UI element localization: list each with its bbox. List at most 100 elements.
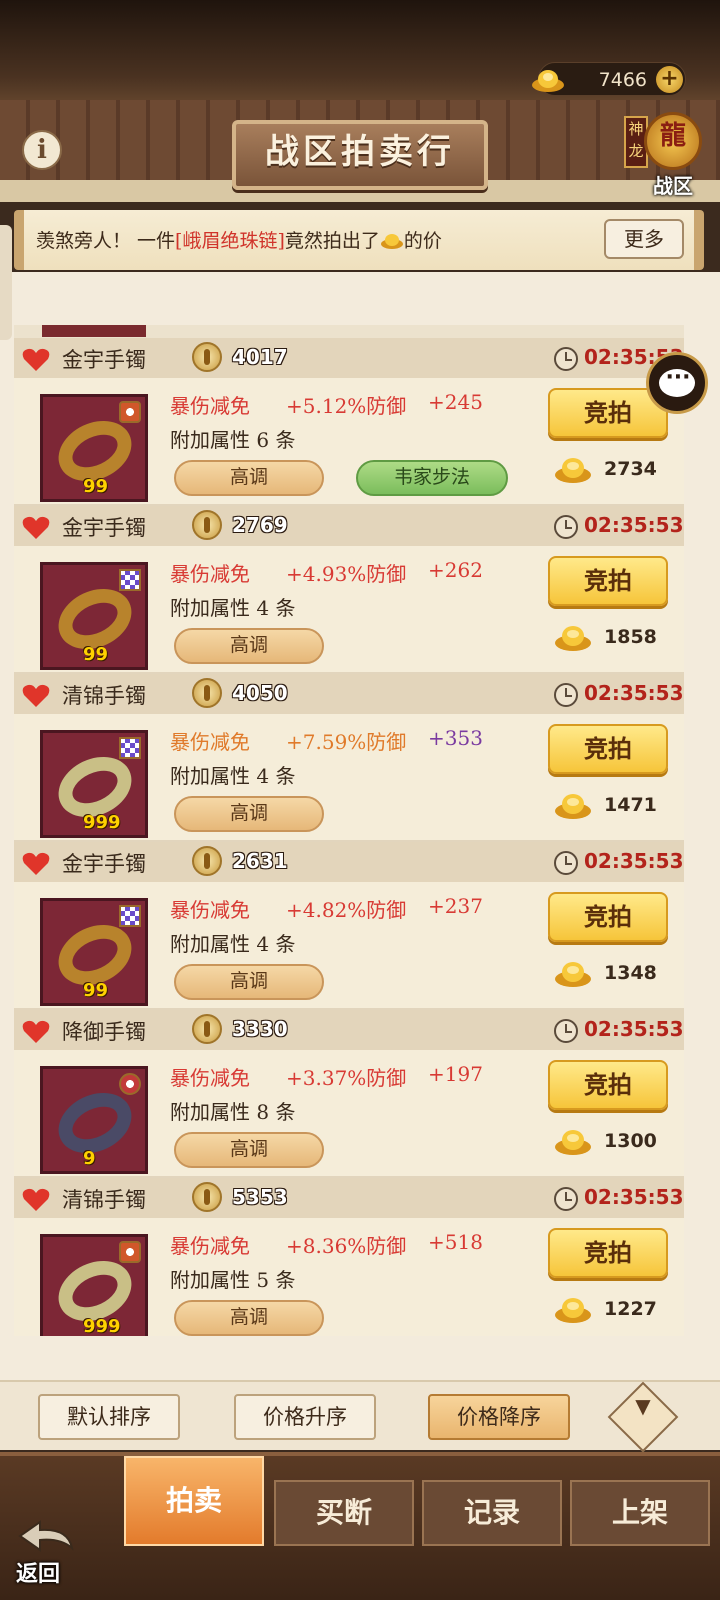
- notice-middle: 竟然拍出了: [284, 230, 380, 252]
- item-header: 金宇手镯 4017 02:35:53: [14, 338, 684, 378]
- item-body: 999 暴伤减免 +7.59%防御 +353 附加属性 4 条 高调 竞拍 14…: [14, 714, 684, 842]
- tab-list-item[interactable]: 上架: [570, 1480, 710, 1546]
- auction-item[interactable]: 清锦手镯 5353 02:35:53 999 暴伤减免 +8.36%防御 +51…: [14, 1178, 684, 1336]
- extra-attributes: 附加属性 8 条: [170, 1100, 296, 1124]
- notice-item: [峨眉绝珠链]: [175, 230, 285, 252]
- highlight-tag-button[interactable]: 高调: [174, 1300, 324, 1336]
- attribute-value: +3.37%防御: [286, 1066, 407, 1090]
- extra-attributes: 附加属性 4 条: [170, 932, 296, 956]
- quality-badge-icon: [119, 569, 141, 591]
- attribute-name: 暴伤减免: [170, 562, 250, 586]
- favorite-heart-icon[interactable]: [22, 348, 50, 372]
- gold-ingot-icon: [555, 1298, 591, 1323]
- attribute-bonus: +353: [428, 726, 483, 750]
- item-level: 9: [83, 1148, 96, 1169]
- tab-buyout[interactable]: 买断: [274, 1480, 414, 1546]
- bracelet-icon[interactable]: 9: [40, 1066, 148, 1174]
- item-score: 2631: [232, 849, 288, 873]
- attribute-line: 暴伤减免 +4.93%防御 +262: [170, 558, 483, 587]
- attribute-line: 暴伤减免 +4.82%防御 +237: [170, 894, 483, 923]
- item-name: 金宇手镯: [62, 516, 146, 540]
- favorite-heart-icon[interactable]: [22, 1020, 50, 1044]
- bid-button[interactable]: 竞拍: [548, 1060, 668, 1110]
- favorite-heart-icon[interactable]: [22, 1188, 50, 1212]
- bid-button[interactable]: 竞拍: [548, 556, 668, 606]
- notice-suffix: 的价: [403, 230, 442, 252]
- bid-button[interactable]: 竞拍: [548, 892, 668, 942]
- extra-attributes: 附加属性 4 条: [170, 596, 296, 620]
- score-icon: [192, 678, 222, 708]
- filter-icon: ▼: [635, 1394, 651, 1418]
- quality-badge-icon: [119, 1241, 141, 1263]
- bid-button[interactable]: 竞拍: [548, 1228, 668, 1278]
- bottom-nav: 返回 拍卖 买断 记录 上架: [0, 1452, 720, 1600]
- page-title-text: 战区拍卖行: [265, 132, 455, 172]
- attribute-value: +7.59%防御: [286, 730, 407, 754]
- attribute-name: 暴伤减免: [170, 1066, 250, 1090]
- gold-ingot-icon: [555, 794, 591, 819]
- item-price: 1227: [604, 1298, 657, 1320]
- attribute-line: 暴伤减免 +3.37%防御 +197: [170, 1062, 483, 1091]
- attribute-line: 暴伤减免 +7.59%防御 +353: [170, 726, 483, 755]
- clock-icon: [554, 515, 578, 539]
- sort-default-button[interactable]: 默认排序: [38, 1394, 180, 1440]
- highlight-tag-button[interactable]: 高调: [174, 1132, 324, 1168]
- item-body: 9 暴伤减免 +3.37%防御 +197 附加属性 8 条 高调 竞拍 1300: [14, 1050, 684, 1178]
- tab-records[interactable]: 记录: [422, 1480, 562, 1546]
- highlight-tag-button[interactable]: 高调: [174, 964, 324, 1000]
- auction-list[interactable]: 金宇手镯 4017 02:35:53 99 暴伤减免 +5.12%防御 +245…: [14, 338, 684, 1336]
- clock-icon: [554, 683, 578, 707]
- extra-attributes: 附加属性 6 条: [170, 428, 296, 452]
- sort-price-desc-button[interactable]: 价格降序: [428, 1394, 570, 1440]
- bracelet-icon[interactable]: 99: [40, 562, 148, 670]
- highlight-tag-button[interactable]: 高调: [174, 460, 324, 496]
- bracelet-icon[interactable]: 999: [40, 1234, 148, 1336]
- attribute-name: 暴伤减免: [170, 730, 250, 754]
- auction-item[interactable]: 金宇手镯 4017 02:35:53 99 暴伤减免 +5.12%防御 +245…: [14, 338, 684, 506]
- back-button[interactable]: 返回: [10, 1516, 80, 1587]
- attribute-line: 暴伤减免 +5.12%防御 +245: [170, 390, 483, 419]
- auction-item[interactable]: 清锦手镯 4050 02:35:53 999 暴伤减免 +7.59%防御 +35…: [14, 674, 684, 842]
- item-level: 999: [83, 1316, 121, 1336]
- top-bar: 7466 +: [0, 0, 720, 110]
- sort-price-asc-button[interactable]: 价格升序: [234, 1394, 376, 1440]
- bracelet-icon[interactable]: 999: [40, 730, 148, 838]
- favorite-heart-icon[interactable]: [22, 516, 50, 540]
- info-button[interactable]: i: [22, 130, 62, 170]
- side-drawer-handle[interactable]: [0, 225, 12, 340]
- filter-button[interactable]: ▼: [607, 1381, 679, 1453]
- clock-icon: [554, 347, 578, 371]
- item-score: 5353: [232, 1185, 288, 1209]
- item-level: 99: [83, 644, 109, 665]
- more-button[interactable]: 更多: [604, 219, 684, 259]
- favorite-heart-icon[interactable]: [22, 852, 50, 876]
- tab-auction[interactable]: 拍卖: [124, 1456, 264, 1546]
- item-score: 4017: [232, 345, 288, 369]
- dragon-emblem-icon: [644, 112, 702, 170]
- attribute-bonus: +245: [428, 390, 483, 414]
- bracelet-icon[interactable]: 99: [40, 898, 148, 1006]
- auction-item[interactable]: 降御手镯 3330 02:35:53 9 暴伤减免 +3.37%防御 +197 …: [14, 1010, 684, 1178]
- sort-bar: 默认排序 价格升序 价格降序 ▼: [0, 1380, 720, 1453]
- item-header: 金宇手镯 2769 02:35:53: [14, 506, 684, 546]
- item-name: 清锦手镯: [62, 1188, 146, 1212]
- page-title: 战区拍卖行: [232, 120, 488, 190]
- bid-button[interactable]: 竞拍: [548, 724, 668, 774]
- auction-item[interactable]: 金宇手镯 2631 02:35:53 99 暴伤减免 +4.82%防御 +237…: [14, 842, 684, 1010]
- chat-icon[interactable]: [646, 352, 708, 414]
- favorite-heart-icon[interactable]: [22, 684, 50, 708]
- item-level: 99: [83, 476, 109, 497]
- bracelet-icon[interactable]: 99: [40, 394, 148, 502]
- item-score: 3330: [232, 1017, 288, 1041]
- extra-attributes: 附加属性 5 条: [170, 1268, 296, 1292]
- clock-icon: [554, 1019, 578, 1043]
- skill-tag-button[interactable]: 韦家步法: [356, 460, 508, 496]
- add-gold-button[interactable]: +: [656, 66, 683, 93]
- zone-button[interactable]: 神龙 战区: [624, 112, 704, 202]
- auction-item[interactable]: 金宇手镯 2769 02:35:53 99 暴伤减免 +4.93%防御 +262…: [14, 506, 684, 674]
- highlight-tag-button[interactable]: 高调: [174, 796, 324, 832]
- item-price: 1858: [604, 626, 657, 648]
- highlight-tag-button[interactable]: 高调: [174, 628, 324, 664]
- previous-item-peek: [14, 325, 684, 339]
- item-name: 金宇手镯: [62, 348, 146, 372]
